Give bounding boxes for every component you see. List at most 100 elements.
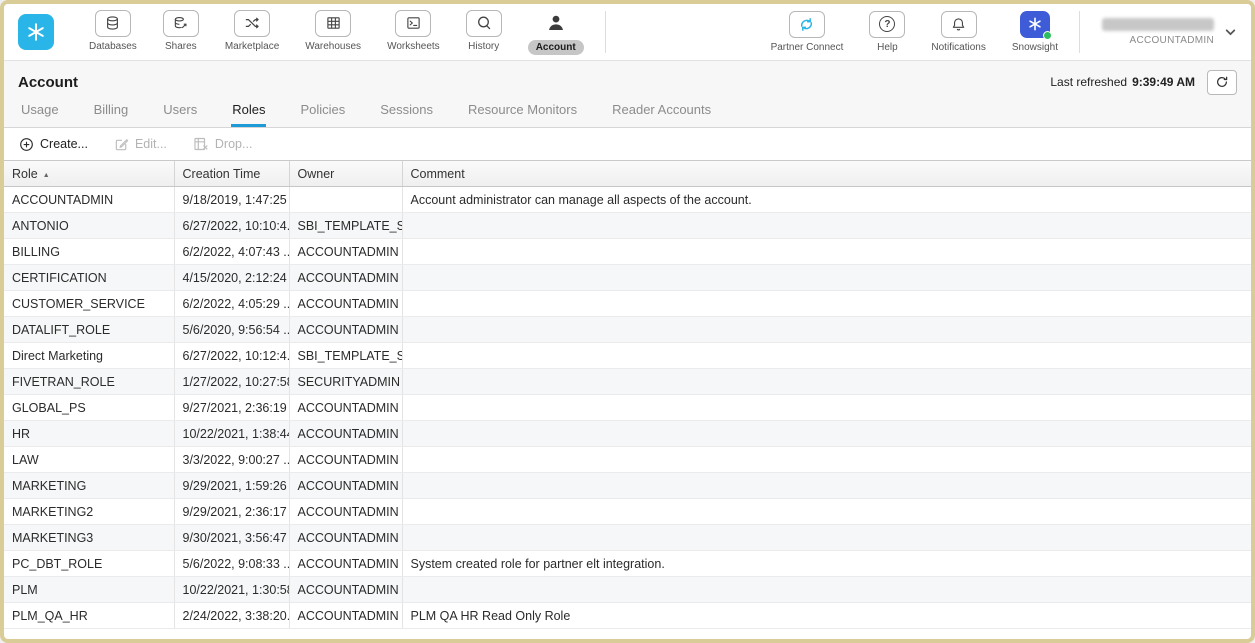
cell-owner: ACCOUNTADMIN	[289, 421, 402, 447]
table-row[interactable]: Direct Marketing6/27/2022, 10:12:4...SBI…	[4, 343, 1251, 369]
table-row[interactable]: ANTONIO6/27/2022, 10:10:4...SBI_TEMPLATE…	[4, 213, 1251, 239]
nav-label: Shares	[165, 40, 197, 53]
cell-owner: ACCOUNTADMIN	[289, 317, 402, 343]
cell-creation-time: 4/15/2020, 2:12:24 ...	[174, 265, 289, 291]
column-label: Comment	[411, 167, 465, 181]
column-header-role[interactable]: Role▲	[4, 161, 174, 187]
cell-role: Direct Marketing	[4, 343, 174, 369]
nav-item-warehouses[interactable]: Warehouses	[292, 8, 374, 55]
table-row[interactable]: PLM_QA_HR2/24/2022, 3:38:20...ACCOUNTADM…	[4, 603, 1251, 629]
table-row[interactable]: PC_DBT_ROLE5/6/2022, 9:08:33 ...ACCOUNTA…	[4, 551, 1251, 577]
tab-policies[interactable]: Policies	[299, 95, 346, 127]
last-refreshed: Last refreshed 9:39:49 AM	[1050, 70, 1237, 95]
refresh-button[interactable]	[1207, 70, 1237, 95]
cell-role: LAW	[4, 447, 174, 473]
databases-icon	[95, 10, 131, 37]
cell-owner: ACCOUNTADMIN	[289, 551, 402, 577]
nav-item-worksheets[interactable]: Worksheets	[374, 8, 453, 55]
edit-button[interactable]: Edit...	[114, 137, 167, 152]
cell-creation-time: 10/22/2021, 1:38:44...	[174, 421, 289, 447]
nav-item-notifications[interactable]: Notifications	[918, 9, 998, 56]
nav-label: History	[468, 40, 499, 53]
nav-item-shares[interactable]: Shares	[150, 8, 212, 55]
table-row[interactable]: DATALIFT_ROLE5/6/2020, 9:56:54 ...ACCOUN…	[4, 317, 1251, 343]
table-row[interactable]: MARKETING29/29/2021, 2:36:17 ...ACCOUNTA…	[4, 499, 1251, 525]
nav-label: Worksheets	[387, 40, 440, 53]
roles-action-bar: Create... Edit... Drop...	[4, 128, 1251, 161]
cell-role: GLOBAL_PS	[4, 395, 174, 421]
table-row[interactable]: MARKETING9/29/2021, 1:59:26 ...ACCOUNTAD…	[4, 473, 1251, 499]
table-row[interactable]: FIVETRAN_ROLE1/27/2022, 10:27:58...SECUR…	[4, 369, 1251, 395]
cell-comment	[402, 395, 1251, 421]
last-refreshed-time: 9:39:49 AM	[1132, 75, 1195, 89]
nav-label: Databases	[89, 40, 137, 53]
create-button[interactable]: Create...	[19, 137, 88, 152]
column-header-creation-time[interactable]: Creation Time	[174, 161, 289, 187]
cell-creation-time: 5/6/2020, 9:56:54 ...	[174, 317, 289, 343]
cell-role: PC_DBT_ROLE	[4, 551, 174, 577]
tab-sessions[interactable]: Sessions	[379, 95, 434, 127]
nav-item-help[interactable]: ? Help	[856, 9, 918, 56]
table-row[interactable]: GLOBAL_PS9/27/2021, 2:36:19 ...ACCOUNTAD…	[4, 395, 1251, 421]
tab-usage[interactable]: Usage	[20, 95, 60, 127]
table-row[interactable]: HR10/22/2021, 1:38:44...ACCOUNTADMIN	[4, 421, 1251, 447]
top-navigation: Databases Shares	[4, 4, 1251, 61]
table-row[interactable]: CUSTOMER_SERVICE6/2/2022, 4:05:29 ...ACC…	[4, 291, 1251, 317]
cell-creation-time: 6/27/2022, 10:12:4...	[174, 343, 289, 369]
user-role-label: ACCOUNTADMIN	[1129, 35, 1214, 46]
table-header-row: Role▲ Creation Time Owner Comment	[4, 161, 1251, 187]
account-icon	[538, 10, 574, 37]
drop-button[interactable]: Drop...	[193, 136, 253, 152]
chevron-down-icon[interactable]	[1222, 24, 1239, 41]
cell-role: MARKETING2	[4, 499, 174, 525]
nav-item-databases[interactable]: Databases	[76, 8, 150, 55]
nav-item-history[interactable]: History	[453, 8, 515, 55]
tab-roles[interactable]: Roles	[231, 95, 266, 127]
tab-reader-accounts[interactable]: Reader Accounts	[611, 95, 712, 127]
cell-comment	[402, 577, 1251, 603]
table-row[interactable]: ACCOUNTADMIN9/18/2019, 1:47:25 ...Accoun…	[4, 187, 1251, 213]
cell-owner: ACCOUNTADMIN	[289, 603, 402, 629]
drop-label: Drop...	[215, 137, 253, 151]
table-row[interactable]: BILLING6/2/2022, 4:07:43 ...ACCOUNTADMIN	[4, 239, 1251, 265]
cell-comment	[402, 343, 1251, 369]
cell-role: MARKETING	[4, 473, 174, 499]
nav-item-partner-connect[interactable]: Partner Connect	[758, 9, 857, 56]
user-menu[interactable]: ACCOUNTADMIN	[1102, 18, 1214, 46]
cell-owner: ACCOUNTADMIN	[289, 525, 402, 551]
cell-owner	[289, 187, 402, 213]
create-plus-icon	[19, 137, 34, 152]
table-row[interactable]: CERTIFICATION4/15/2020, 2:12:24 ...ACCOU…	[4, 265, 1251, 291]
cell-owner: SECURITYADMIN	[289, 369, 402, 395]
table-row[interactable]: MARKETING39/30/2021, 3:56:47 ...ACCOUNTA…	[4, 525, 1251, 551]
nav-item-account[interactable]: Account	[515, 8, 597, 57]
tab-users[interactable]: Users	[162, 95, 198, 127]
roles-table-container: Role▲ Creation Time Owner Comment ACCOUN…	[4, 161, 1251, 629]
nav-item-marketplace[interactable]: Marketplace	[212, 8, 292, 55]
column-header-owner[interactable]: Owner	[289, 161, 402, 187]
cell-role: ACCOUNTADMIN	[4, 187, 174, 213]
cell-owner: SBI_TEMPLATE_SN...	[289, 213, 402, 239]
tab-billing[interactable]: Billing	[93, 95, 130, 127]
snowflake-icon	[25, 21, 47, 43]
cell-owner: ACCOUNTADMIN	[289, 239, 402, 265]
cell-comment: Account administrator can manage all asp…	[402, 187, 1251, 213]
last-refreshed-label: Last refreshed	[1050, 75, 1127, 89]
page-title: Account	[18, 74, 78, 91]
cell-comment	[402, 473, 1251, 499]
column-header-comment[interactable]: Comment	[402, 161, 1251, 187]
snowflake-logo[interactable]	[18, 14, 54, 50]
refresh-icon	[1215, 75, 1229, 89]
cell-creation-time: 9/29/2021, 2:36:17 ...	[174, 499, 289, 525]
table-row[interactable]: LAW3/3/2022, 9:00:27 ...ACCOUNTADMIN	[4, 447, 1251, 473]
nav-item-snowsight[interactable]: Snowsight	[999, 9, 1071, 56]
cell-role: CERTIFICATION	[4, 265, 174, 291]
roles-table-body: ACCOUNTADMIN9/18/2019, 1:47:25 ...Accoun…	[4, 187, 1251, 629]
tab-resource-monitors[interactable]: Resource Monitors	[467, 95, 578, 127]
edit-pencil-icon	[114, 137, 129, 152]
table-row[interactable]: PLM10/22/2021, 1:30:58...ACCOUNTADMIN	[4, 577, 1251, 603]
snowsight-icon	[1020, 11, 1050, 38]
cell-role: FIVETRAN_ROLE	[4, 369, 174, 395]
cell-creation-time: 1/27/2022, 10:27:58...	[174, 369, 289, 395]
column-label: Creation Time	[183, 167, 261, 181]
